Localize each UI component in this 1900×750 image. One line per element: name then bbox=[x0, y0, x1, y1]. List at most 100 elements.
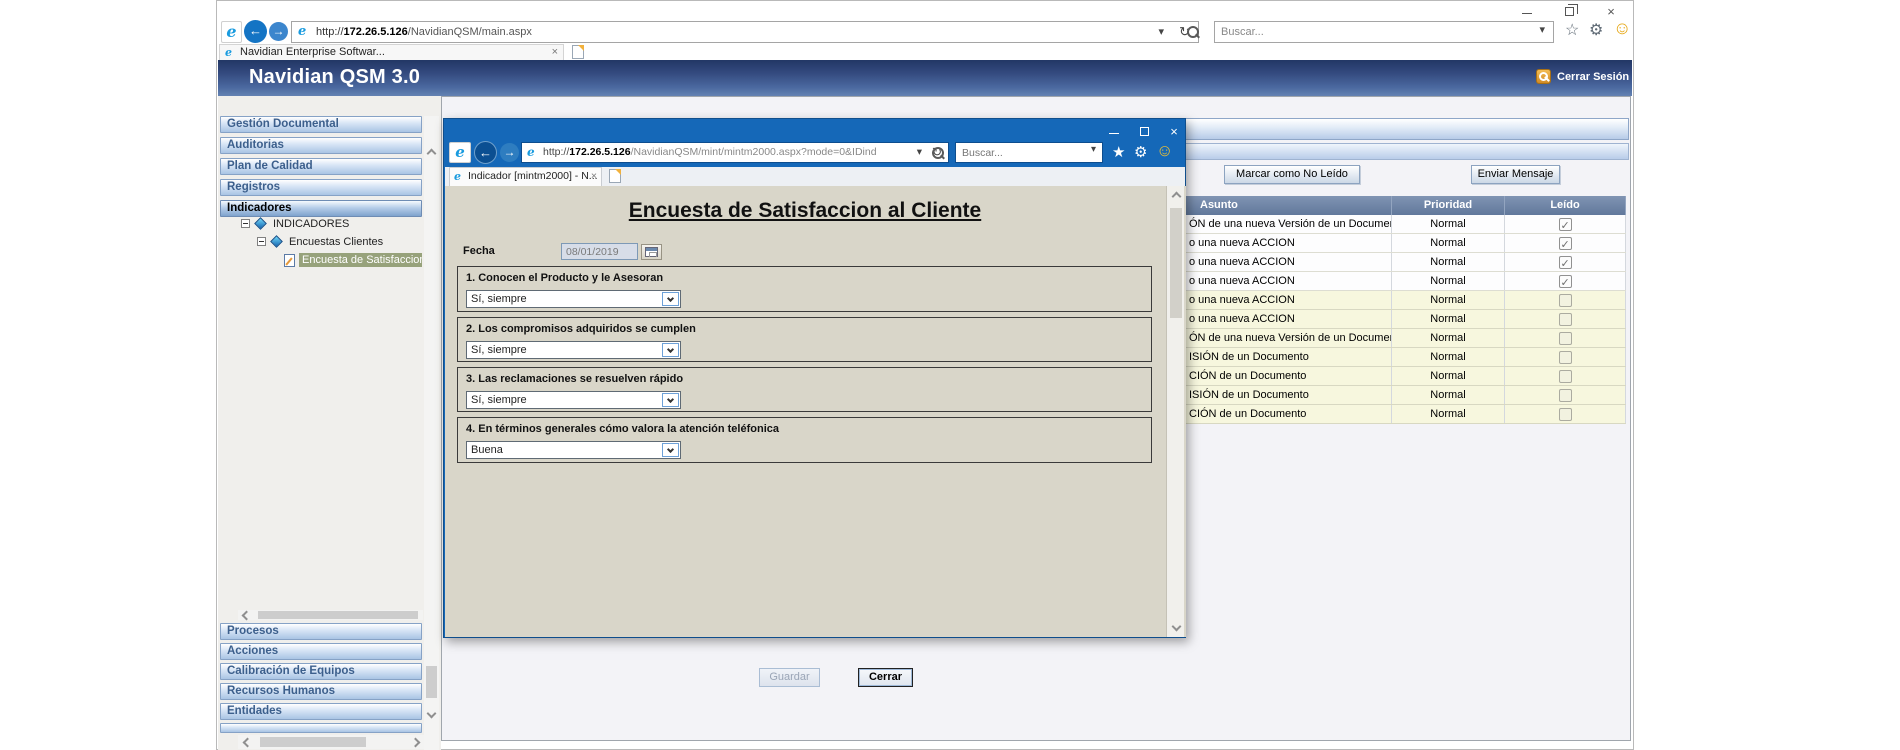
sidebar-item-calibracion-de-equipos[interactable]: Calibración de Equipos bbox=[220, 663, 422, 680]
favorites-star-icon[interactable]: ☆ bbox=[1565, 20, 1579, 40]
popup-vscrollbar[interactable] bbox=[1166, 186, 1184, 637]
search-dropdown-icon[interactable]: ▾ bbox=[1091, 144, 1096, 155]
sidebar-item-partial[interactable] bbox=[220, 723, 422, 733]
url-host: 172.26.5.126 bbox=[569, 146, 630, 158]
tree-expander-icon[interactable] bbox=[257, 237, 266, 246]
sidebar-item-plan-de-calidad[interactable]: Plan de Calidad bbox=[220, 158, 422, 175]
tree-node-encuesta-satisfaccion[interactable]: Encuesta de Satisfaccion al bbox=[299, 253, 422, 267]
address-dropdown-icon[interactable]: ▾ bbox=[1158, 22, 1164, 42]
address-dropdown-icon[interactable]: ▾ bbox=[917, 143, 922, 162]
scroll-left-icon[interactable] bbox=[240, 735, 254, 749]
leido-checkbox[interactable] bbox=[1559, 389, 1572, 402]
smiley-feedback-icon[interactable]: ☺ bbox=[1156, 141, 1173, 161]
tree-expander-icon[interactable] bbox=[241, 219, 250, 228]
select-chevron-icon[interactable] bbox=[662, 443, 679, 457]
forward-button[interactable]: → bbox=[269, 22, 288, 41]
back-button[interactable]: ← bbox=[244, 20, 267, 43]
restore-button[interactable] bbox=[1559, 3, 1579, 18]
popup-address-bar[interactable]: e http://172.26.5.126/NavidianQSM/mint/m… bbox=[521, 142, 949, 163]
popup-maximize-button[interactable] bbox=[1135, 123, 1153, 138]
app-banner: Navidian QSM 3.0 Cerrar Sesión bbox=[218, 60, 1632, 96]
sidebar-item-auditorias[interactable]: Auditorias bbox=[220, 137, 422, 154]
leido-checkbox[interactable] bbox=[1559, 313, 1572, 326]
tab-title: Indicador [mintm2000] - N... bbox=[468, 170, 598, 182]
logout-button[interactable]: Cerrar Sesión bbox=[1536, 69, 1656, 87]
save-button[interactable]: Guardar bbox=[759, 668, 820, 687]
scroll-up-icon[interactable] bbox=[1168, 189, 1184, 204]
search-icon[interactable] bbox=[1187, 26, 1200, 39]
leido-checkbox[interactable] bbox=[1559, 218, 1572, 231]
leido-checkbox[interactable] bbox=[1559, 237, 1572, 250]
popup-tab[interactable]: e Indicador [mintm2000] - N... × bbox=[449, 167, 602, 186]
mark-unread-button[interactable]: Marcar como No Leído bbox=[1224, 165, 1360, 184]
close-form-button[interactable]: Cerrar bbox=[858, 668, 913, 687]
popup-search-box[interactable]: ▾ bbox=[955, 142, 1103, 163]
sidebar-item-recursos-humanos[interactable]: Recursos Humanos bbox=[220, 683, 422, 700]
sidebar-item-registros[interactable]: Registros bbox=[220, 179, 422, 196]
leido-checkbox[interactable] bbox=[1559, 294, 1572, 307]
scroll-thumb[interactable] bbox=[260, 737, 366, 747]
leido-checkbox[interactable] bbox=[1559, 332, 1572, 345]
new-tab-button[interactable] bbox=[609, 169, 621, 183]
calendar-button[interactable] bbox=[641, 244, 662, 260]
tree-node-indicadores[interactable]: INDICADORES bbox=[273, 218, 349, 230]
search-dropdown-icon[interactable]: ▾ bbox=[1539, 23, 1545, 36]
question-4-select[interactable]: Buena bbox=[466, 441, 681, 459]
popup-ie-logo-button[interactable]: e bbox=[449, 142, 471, 163]
search-input[interactable] bbox=[962, 144, 1052, 161]
scroll-right-icon[interactable] bbox=[408, 735, 422, 749]
select-chevron-icon[interactable] bbox=[662, 343, 679, 357]
browser-tab[interactable]: e Navidian Enterprise Softwar... × bbox=[219, 44, 564, 60]
scroll-down-icon[interactable] bbox=[1168, 619, 1184, 634]
scroll-thumb[interactable] bbox=[426, 666, 437, 698]
sidebar-item-procesos[interactable]: Procesos bbox=[220, 623, 422, 640]
tree-hscrollbar[interactable] bbox=[238, 610, 423, 620]
sidebar-item-entidades[interactable]: Entidades bbox=[220, 703, 422, 720]
scroll-thumb[interactable] bbox=[1170, 208, 1182, 318]
search-input[interactable] bbox=[1221, 23, 1458, 41]
minimize-button[interactable] bbox=[1517, 3, 1537, 18]
leido-checkbox[interactable] bbox=[1559, 370, 1572, 383]
tab-close-icon[interactable]: × bbox=[552, 46, 558, 58]
column-leido[interactable]: Leído bbox=[1505, 196, 1626, 215]
leido-checkbox[interactable] bbox=[1559, 408, 1572, 421]
settings-gear-icon[interactable]: ⚙ bbox=[1134, 143, 1147, 161]
scroll-thumb[interactable] bbox=[258, 611, 418, 619]
ie-logo-button[interactable]: e bbox=[221, 21, 242, 43]
question-1-select[interactable]: Sí, siempre bbox=[466, 290, 681, 308]
sidebar-vscrollbar[interactable] bbox=[424, 116, 439, 750]
column-prioridad[interactable]: Prioridad bbox=[1392, 196, 1505, 215]
leido-checkbox[interactable] bbox=[1559, 275, 1572, 288]
popup-forward-button[interactable]: → bbox=[500, 143, 519, 162]
close-button[interactable]: × bbox=[1601, 3, 1621, 18]
smiley-feedback-icon[interactable]: ☺ bbox=[1613, 18, 1631, 39]
question-3-select[interactable]: Sí, siempre bbox=[466, 391, 681, 409]
settings-gear-icon[interactable]: ⚙ bbox=[1589, 20, 1603, 40]
question-2-select[interactable]: Sí, siempre bbox=[466, 341, 681, 359]
tree-node-encuestas-clientes[interactable]: Encuestas Clientes bbox=[289, 236, 383, 248]
send-message-button[interactable]: Enviar Mensaje bbox=[1471, 165, 1560, 184]
fecha-input[interactable] bbox=[561, 243, 638, 260]
select-chevron-icon[interactable] bbox=[662, 393, 679, 407]
leido-checkbox[interactable] bbox=[1559, 256, 1572, 269]
popup-minimize-button[interactable] bbox=[1105, 123, 1123, 138]
favorites-star-icon[interactable]: ★ bbox=[1112, 143, 1125, 161]
address-bar[interactable]: e http://172.26.5.126/NavidianQSM/main.a… bbox=[291, 21, 1199, 43]
scroll-left-icon[interactable] bbox=[240, 610, 252, 620]
sidebar-item-label: Indicadores bbox=[227, 202, 292, 214]
selected-value: Sí, siempre bbox=[471, 394, 527, 406]
search-icon[interactable] bbox=[932, 147, 945, 160]
scroll-up-icon[interactable] bbox=[424, 146, 439, 160]
popup-close-button[interactable]: × bbox=[1165, 123, 1183, 138]
new-tab-button[interactable] bbox=[572, 45, 584, 59]
sidebar-item-acciones[interactable]: Acciones bbox=[220, 643, 422, 660]
sidebar-item-indicadores[interactable]: Indicadores bbox=[220, 200, 422, 217]
select-chevron-icon[interactable] bbox=[662, 292, 679, 306]
leido-checkbox[interactable] bbox=[1559, 351, 1572, 364]
search-box[interactable]: ▾ bbox=[1214, 21, 1554, 43]
sidebar-hscrollbar[interactable] bbox=[238, 735, 424, 749]
scroll-down-icon[interactable] bbox=[424, 706, 439, 720]
tab-close-icon[interactable]: × bbox=[591, 170, 597, 182]
sidebar-item-gestion-documental[interactable]: Gestión Documental bbox=[220, 116, 422, 133]
popup-back-button[interactable]: ← bbox=[474, 141, 497, 164]
